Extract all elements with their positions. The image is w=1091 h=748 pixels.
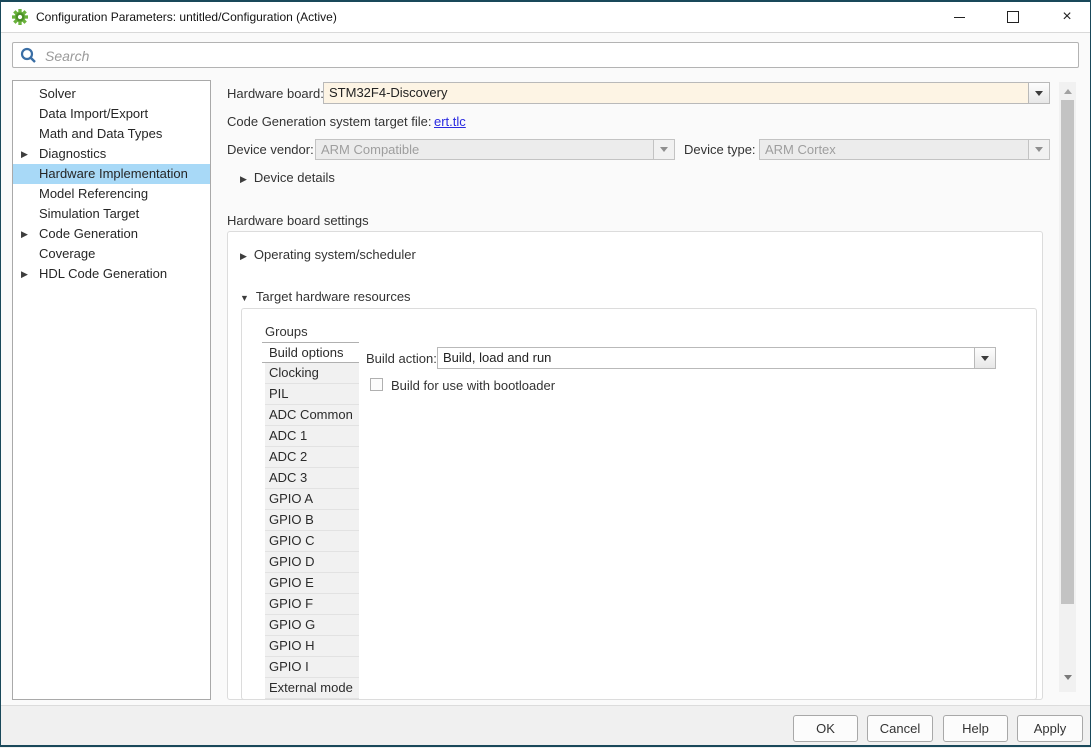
expand-arrow-icon[interactable]: ▶ [21,144,33,164]
config-tree-sidebar: Solver Data Import/Export Math and Data … [12,80,211,700]
collapsed-arrow-icon: ▶ [240,251,247,261]
ok-button[interactable]: OK [793,715,858,742]
dropdown-arrow-icon [981,356,989,361]
group-item-adc-1[interactable]: ADC 1 [265,426,359,447]
build-action-value: Build, load and run [438,348,974,368]
target-file-label: Code Generation system target file: [227,114,432,129]
group-item-gpio-h[interactable]: GPIO H [265,636,359,657]
hardware-board-label: Hardware board: [227,86,324,101]
expand-arrow-icon[interactable]: ▶ [21,224,33,244]
device-details-toggle[interactable]: ▶ Device details [240,170,335,185]
group-item-gpio-i[interactable]: GPIO I [265,657,359,678]
simulink-config-icon [12,9,28,25]
expand-arrow-icon[interactable]: ▶ [21,264,33,284]
sidebar-item-simulation-target[interactable]: Simulation Target [13,204,210,224]
sidebar-item-math-and-data-types[interactable]: Math and Data Types [13,124,210,144]
group-item-pil[interactable]: PIL [265,384,359,405]
collapsed-arrow-icon: ▶ [240,174,247,184]
close-icon: × [1062,9,1071,25]
title-bar: Configuration Parameters: untitled/Confi… [1,2,1090,33]
expanded-arrow-icon: ▼ [240,293,249,303]
target-hw-resources-label: Target hardware resources [256,289,411,304]
group-item-build-options[interactable]: Build options [262,342,359,363]
bootloader-checkbox[interactable] [370,378,383,391]
dropdown-button[interactable] [974,348,995,368]
maximize-icon [1007,11,1019,23]
device-vendor-combo: ARM Compatible [315,139,675,160]
dialog-footer: OK Cancel Help Apply [0,705,1091,748]
scroll-up-button[interactable] [1059,84,1076,98]
device-type-combo: ARM Cortex [759,139,1050,160]
minimize-button[interactable] [950,8,968,26]
device-details-label: Device details [254,170,335,185]
sidebar-item-hdl-code-generation[interactable]: ▶ HDL Code Generation [13,264,210,284]
group-item-gpio-d[interactable]: GPIO D [265,552,359,573]
group-item-adc-2[interactable]: ADC 2 [265,447,359,468]
sidebar-item-solver[interactable]: Solver [13,84,210,104]
groups-label: Groups [265,324,308,339]
sidebar-item-model-referencing[interactable]: Model Referencing [13,184,210,204]
sidebar-item-hardware-implementation[interactable]: Hardware Implementation [13,164,210,184]
scroll-down-arrow-icon [1064,675,1072,680]
sidebar-item-diagnostics[interactable]: ▶ Diagnostics [13,144,210,164]
cancel-button[interactable]: Cancel [867,715,933,742]
group-item-external-mode[interactable]: External mode [265,678,359,699]
device-type-label: Device type: [684,142,756,157]
sidebar-item-coverage[interactable]: Coverage [13,244,210,264]
window-title: Configuration Parameters: untitled/Confi… [36,10,337,24]
group-item-gpio-b[interactable]: GPIO B [265,510,359,531]
device-vendor-label: Device vendor: [227,142,314,157]
group-item-clocking[interactable]: Clocking [265,363,359,384]
scroll-down-button[interactable] [1059,670,1076,684]
dropdown-button [1028,140,1049,159]
bootloader-checkbox-label[interactable]: Build for use with bootloader [391,378,555,393]
group-item-adc-3[interactable]: ADC 3 [265,468,359,489]
board-settings-title: Hardware board settings [227,213,369,228]
search-input[interactable] [43,44,1074,68]
build-action-label: Build action: [366,351,437,366]
hardware-board-value: STM32F4-Discovery [324,83,1028,103]
dropdown-button[interactable] [1028,83,1049,103]
groups-list: Build options Clocking PIL ADC Common AD… [265,342,359,699]
dropdown-arrow-icon [1035,147,1043,152]
group-item-adc-common[interactable]: ADC Common [265,405,359,426]
device-type-value: ARM Cortex [760,140,1028,159]
dropdown-arrow-icon [1035,91,1043,96]
close-button[interactable]: × [1058,8,1076,26]
group-item-gpio-f[interactable]: GPIO F [265,594,359,615]
minimize-icon [954,17,965,18]
scrollbar-thumb[interactable] [1061,100,1074,604]
target-hw-resources-toggle[interactable]: ▼ Target hardware resources [240,289,411,304]
group-item-gpio-a[interactable]: GPIO A [265,489,359,510]
search-icon [20,47,37,69]
vertical-scrollbar[interactable] [1059,82,1076,692]
device-vendor-value: ARM Compatible [316,140,653,159]
build-action-combo[interactable]: Build, load and run [437,347,996,369]
group-item-gpio-e[interactable]: GPIO E [265,573,359,594]
search-bar [12,42,1079,68]
sidebar-item-code-generation[interactable]: ▶ Code Generation [13,224,210,244]
maximize-button[interactable] [1004,8,1022,26]
os-scheduler-toggle[interactable]: ▶ Operating system/scheduler [240,247,416,262]
apply-button[interactable]: Apply [1017,715,1083,742]
scroll-up-arrow-icon [1064,89,1072,94]
sidebar-item-data-import-export[interactable]: Data Import/Export [13,104,210,124]
dropdown-button [653,140,674,159]
help-button[interactable]: Help [943,715,1008,742]
dropdown-arrow-icon [660,147,668,152]
group-item-gpio-c[interactable]: GPIO C [265,531,359,552]
hardware-board-combo[interactable]: STM32F4-Discovery [323,82,1050,104]
target-file-link[interactable]: ert.tlc [434,114,466,129]
os-scheduler-label: Operating system/scheduler [254,247,416,262]
group-item-gpio-g[interactable]: GPIO G [265,615,359,636]
